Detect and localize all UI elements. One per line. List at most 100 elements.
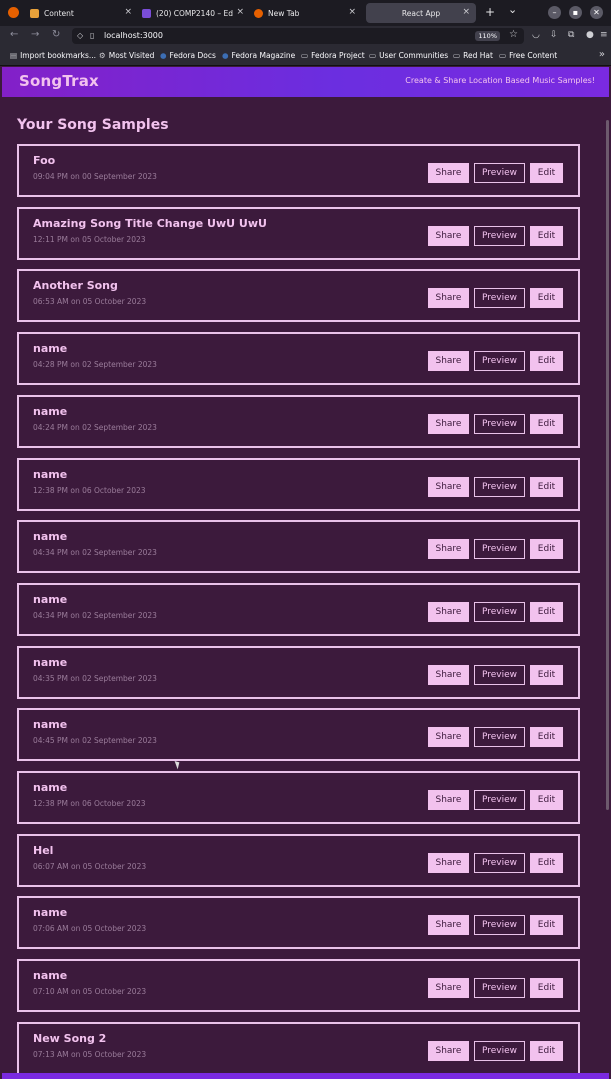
share-button[interactable]: Share — [428, 226, 469, 246]
share-button[interactable]: Share — [428, 853, 469, 873]
tab-close-icon[interactable]: × — [348, 7, 356, 17]
share-button[interactable]: Share — [428, 163, 469, 183]
address-bar[interactable]: ◇ ▯ localhost:3000 110% ☆ — [72, 28, 524, 44]
preview-button[interactable]: Preview — [474, 351, 525, 371]
app-header: SongTrax Create & Share Location Based M… — [2, 67, 609, 97]
edit-button[interactable]: Edit — [530, 790, 563, 810]
page-title: Your Song Samples — [17, 117, 169, 133]
share-button[interactable]: Share — [428, 790, 469, 810]
minimize-button[interactable]: – — [548, 6, 561, 19]
preview-button[interactable]: Preview — [474, 539, 525, 559]
share-button[interactable]: Share — [428, 539, 469, 559]
preview-button[interactable]: Preview — [474, 727, 525, 747]
song-sample-title: name — [33, 342, 68, 355]
folder-icon: ▭ — [301, 51, 309, 60]
song-sample-date: 06:07 AM on 05 October 2023 — [33, 862, 147, 871]
shield-icon[interactable]: ◇ — [77, 31, 83, 40]
back-icon[interactable]: ← — [10, 29, 18, 40]
download-icon[interactable]: ⇩ — [550, 30, 558, 40]
bookmark-fedora-magazine[interactable]: ● Fedora Magazine — [222, 51, 295, 60]
share-button[interactable]: Share — [428, 414, 469, 434]
bookmark-star-icon[interactable]: ☆ — [509, 29, 518, 40]
edit-button[interactable]: Edit — [530, 351, 563, 371]
maximize-button[interactable]: ▪ — [569, 6, 582, 19]
menu-icon[interactable]: ≡ — [600, 30, 608, 40]
tab-new-tab[interactable]: New Tab × — [254, 3, 362, 23]
share-button[interactable]: Share — [428, 665, 469, 685]
pocket-icon[interactable]: ◡ — [532, 30, 540, 40]
edit-button[interactable]: Edit — [530, 665, 563, 685]
extensions-icon[interactable]: ⧉ — [568, 30, 574, 40]
page-icon[interactable]: ▯ — [90, 31, 94, 40]
bookmark-user-communities[interactable]: ▭ User Communities — [369, 51, 448, 60]
song-sample-title: name — [33, 969, 68, 982]
tab-close-icon[interactable]: × — [462, 7, 470, 17]
bookmark-fedora-project[interactable]: ▭ Fedora Project — [301, 51, 365, 60]
preview-button[interactable]: Preview — [474, 1041, 525, 1061]
preview-button[interactable]: Preview — [474, 978, 525, 998]
edit-button[interactable]: Edit — [530, 602, 563, 622]
tab-close-icon[interactable]: × — [236, 7, 244, 17]
close-window-button[interactable]: ✕ — [590, 6, 603, 19]
preview-button[interactable]: Preview — [474, 163, 525, 183]
share-button[interactable]: Share — [428, 602, 469, 622]
song-sample-card: name 07:06 AM on 05 October 2023 Share Prev… — [17, 896, 580, 949]
preview-button[interactable]: Preview — [474, 853, 525, 873]
song-sample-date: 07:06 AM on 05 October 2023 — [33, 924, 147, 933]
bookmarks-overflow-icon[interactable]: » — [599, 49, 605, 60]
fedora-icon: ● — [222, 51, 229, 60]
edit-button[interactable]: Edit — [530, 727, 563, 747]
song-sample-title: New Song 2 — [33, 1032, 107, 1045]
tab-react-app[interactable]: React App × — [366, 3, 476, 23]
preview-button[interactable]: Preview — [474, 477, 525, 497]
song-sample-title: Another Song — [33, 279, 118, 292]
brand-logo[interactable]: SongTrax — [19, 72, 99, 90]
bookmark-fedora-docs[interactable]: ● Fedora Docs — [160, 51, 216, 60]
edit-button[interactable]: Edit — [530, 226, 563, 246]
preview-button[interactable]: Preview — [474, 915, 525, 935]
tab-comp2140[interactable]: (20) COMP2140 – Ed Di × — [142, 3, 250, 23]
bookmark-free-content[interactable]: ▭ Free Content — [499, 51, 557, 60]
firefox-menu-icon[interactable] — [8, 7, 19, 18]
tab-close-icon[interactable]: × — [124, 7, 132, 17]
song-sample-date: 04:28 PM on 02 September 2023 — [33, 360, 157, 369]
edit-button[interactable]: Edit — [530, 288, 563, 308]
edit-button[interactable]: Edit — [530, 414, 563, 434]
forward-icon[interactable]: → — [31, 29, 39, 40]
share-button[interactable]: Share — [428, 351, 469, 371]
bookmark-import[interactable]: ▤ Import bookmarks... — [10, 51, 96, 60]
tab-content[interactable]: Content × — [30, 3, 138, 23]
zoom-level[interactable]: 110% — [475, 31, 500, 41]
account-icon[interactable]: ● — [586, 30, 594, 40]
song-sample-card: name 04:45 PM on 02 September 2023 Share Pr… — [17, 708, 580, 761]
preview-button[interactable]: Preview — [474, 288, 525, 308]
edit-button[interactable]: Edit — [530, 915, 563, 935]
bookmarks-bar: ▤ Import bookmarks... ⚙ Most Visited ● Fedo… — [0, 46, 611, 66]
page-scrollbar[interactable] — [606, 120, 609, 810]
share-button[interactable]: Share — [428, 477, 469, 497]
song-sample-title: Hel — [33, 844, 54, 857]
edit-button[interactable]: Edit — [530, 853, 563, 873]
edit-button[interactable]: Edit — [530, 477, 563, 497]
preview-button[interactable]: Preview — [474, 414, 525, 434]
url-text[interactable]: localhost:3000 — [104, 31, 163, 40]
edit-button[interactable]: Edit — [530, 978, 563, 998]
preview-button[interactable]: Preview — [474, 790, 525, 810]
preview-button[interactable]: Preview — [474, 226, 525, 246]
song-sample-title: name — [33, 468, 68, 481]
preview-button[interactable]: Preview — [474, 602, 525, 622]
new-tab-button[interactable]: + — [485, 5, 495, 19]
edit-button[interactable]: Edit — [530, 163, 563, 183]
edit-button[interactable]: Edit — [530, 1041, 563, 1061]
edit-button[interactable]: Edit — [530, 539, 563, 559]
share-button[interactable]: Share — [428, 1041, 469, 1061]
bookmark-red-hat[interactable]: ▭ Red Hat — [453, 51, 493, 60]
reload-icon[interactable]: ↻ — [52, 29, 60, 40]
share-button[interactable]: Share — [428, 727, 469, 747]
share-button[interactable]: Share — [428, 978, 469, 998]
bookmark-most-visited[interactable]: ⚙ Most Visited — [99, 51, 154, 60]
tab-list-button[interactable]: ⌄ — [508, 3, 517, 16]
share-button[interactable]: Share — [428, 915, 469, 935]
preview-button[interactable]: Preview — [474, 665, 525, 685]
share-button[interactable]: Share — [428, 288, 469, 308]
